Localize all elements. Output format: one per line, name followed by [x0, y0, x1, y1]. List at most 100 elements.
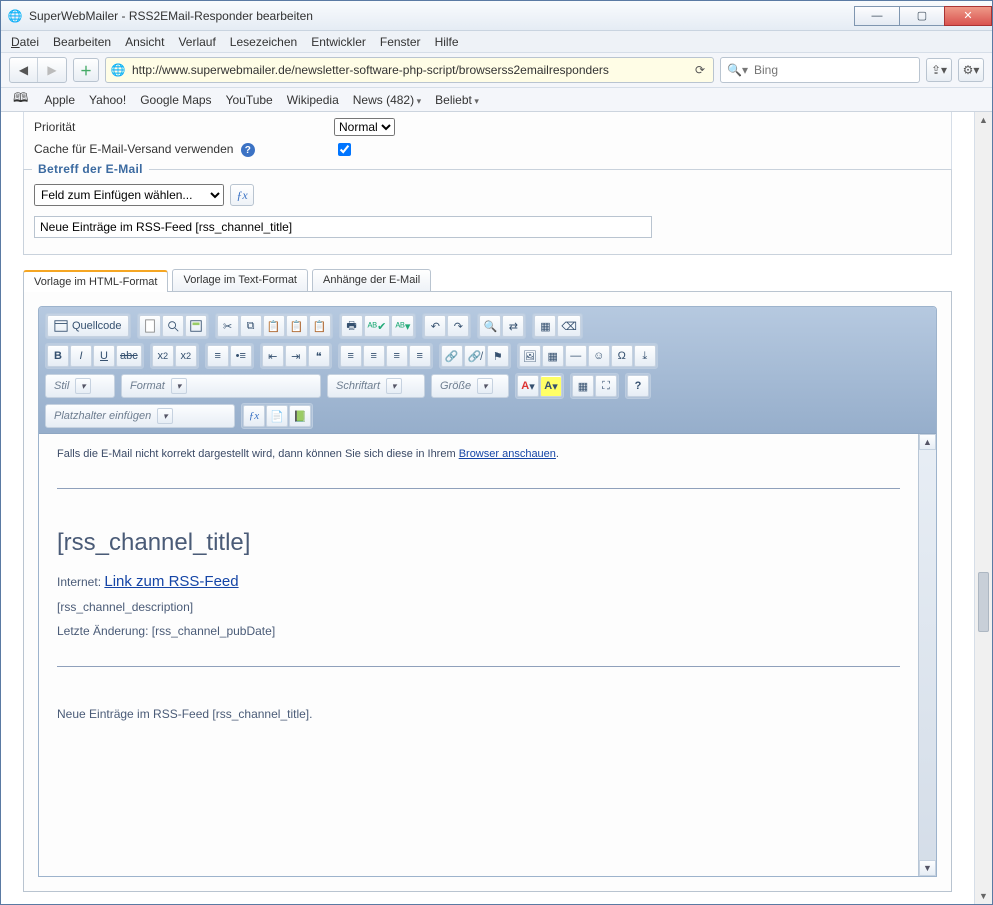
undo-button[interactable]: ↶ [424, 315, 446, 337]
new-tab-button[interactable]: ＋ [73, 58, 99, 82]
font-combo[interactable]: Schriftart▾ [327, 374, 425, 398]
menu-fenster[interactable]: Fenster [380, 35, 421, 49]
maximize-button[interactable]: ▢ [899, 6, 945, 26]
align-center-button[interactable]: ≡ [363, 345, 385, 367]
specialchar-button[interactable]: Ω [611, 345, 633, 367]
style-combo[interactable]: Stil▾ [45, 374, 115, 398]
menu-entwickler[interactable]: Entwickler [311, 35, 366, 49]
cache-checkbox[interactable] [338, 143, 351, 156]
hr-button[interactable]: ― [565, 345, 587, 367]
selectall-button[interactable]: ▦ [534, 315, 556, 337]
align-justify-button[interactable]: ≡ [409, 345, 431, 367]
numbered-list-button[interactable]: ≡ [207, 345, 229, 367]
bookmark-item[interactable]: Wikipedia [287, 93, 339, 107]
outdent-button[interactable]: ⇤ [262, 345, 284, 367]
bold-button[interactable]: B [47, 345, 69, 367]
preview-button[interactable] [162, 315, 184, 337]
find-button[interactable]: 🔍 [479, 315, 501, 337]
textcolor-button[interactable]: A▾ [517, 375, 539, 397]
tab-attachments[interactable]: Anhänge der E-Mail [312, 269, 431, 291]
scroll-down-icon[interactable]: ▼ [975, 888, 992, 904]
priority-select[interactable]: Normal [334, 118, 395, 136]
bookmark-item-news[interactable]: News (482) [353, 93, 421, 107]
maximize-button[interactable]: ⛶ [595, 375, 617, 397]
paste-text-button[interactable]: 📋 [286, 315, 308, 337]
size-combo[interactable]: Größe▾ [431, 374, 509, 398]
menu-bearbeiten[interactable]: Bearbeiten [53, 35, 111, 49]
insert-sheet-button[interactable]: 📗 [289, 405, 311, 427]
bookmark-item[interactable]: Apple [44, 93, 75, 107]
bookmark-item-beliebt[interactable]: Beliebt [435, 93, 479, 107]
indent-button[interactable]: ⇥ [285, 345, 307, 367]
align-right-button[interactable]: ≡ [386, 345, 408, 367]
link-button[interactable]: 🔗 [441, 345, 463, 367]
copy-button[interactable]: ⧉ [240, 315, 262, 337]
anchor-button[interactable]: ⚑ [487, 345, 509, 367]
paste-word-button[interactable]: 📋 [309, 315, 331, 337]
align-left-button[interactable]: ≡ [340, 345, 362, 367]
redo-button[interactable]: ↷ [447, 315, 469, 337]
subject-input[interactable] [34, 216, 652, 238]
table-button[interactable]: ▦ [542, 345, 564, 367]
insert-doc-button[interactable]: 📄 [266, 405, 288, 427]
minimize-button[interactable]: — [854, 6, 900, 26]
showblocks-button[interactable]: ▦ [572, 375, 594, 397]
page-scrollbar[interactable]: ▲ ▼ [974, 112, 992, 904]
menu-lesezeichen[interactable]: Lesezeichen [230, 35, 297, 49]
gear-button[interactable]: ⚙▾ [958, 58, 984, 82]
scroll-thumb[interactable] [978, 572, 989, 632]
menu-hilfe[interactable]: Hilfe [435, 35, 459, 49]
bookmark-item[interactable]: Google Maps [140, 93, 211, 107]
placeholder-combo[interactable]: Platzhalter einfügen▾ [45, 404, 235, 428]
fx-button[interactable]: ƒx [230, 184, 254, 206]
pagebreak-button[interactable]: ⤓ [634, 345, 656, 367]
replace-button[interactable]: ⇄ [502, 315, 524, 337]
format-combo[interactable]: Format▾ [121, 374, 321, 398]
url-input[interactable] [130, 62, 687, 78]
insert-field-select[interactable]: Feld zum Einfügen wählen... [34, 184, 224, 206]
paste-button[interactable]: 📋 [263, 315, 285, 337]
bookmark-item[interactable]: YouTube [226, 93, 273, 107]
menu-verlauf[interactable]: Verlauf [178, 35, 215, 49]
strike-button[interactable]: abc [116, 345, 142, 367]
image-button[interactable]: 🖼 [519, 345, 541, 367]
scroll-up-icon[interactable]: ▲ [919, 434, 936, 450]
bullet-list-button[interactable]: •≡ [230, 345, 252, 367]
tab-html[interactable]: Vorlage im HTML-Format [23, 270, 168, 292]
share-button[interactable]: ⇪▾ [926, 58, 952, 82]
fx-insert-button[interactable]: ƒx [243, 405, 265, 427]
templates-button[interactable] [185, 315, 207, 337]
reload-button[interactable]: ⟳ [691, 63, 709, 77]
source-button[interactable]: Quellcode [47, 315, 129, 337]
scroll-down-icon[interactable]: ▼ [919, 860, 936, 876]
rss-feed-link[interactable]: Link zum RSS-Feed [104, 573, 238, 590]
superscript-button[interactable]: x2 [175, 345, 197, 367]
print-button[interactable]: 🖶 [341, 315, 363, 337]
close-button[interactable]: ✕ [944, 6, 992, 26]
url-bar[interactable]: 🌐 ⟳ [105, 57, 714, 83]
bookmark-item[interactable]: Yahoo! [89, 93, 126, 107]
menu-ansicht[interactable]: Ansicht [125, 35, 164, 49]
blockquote-button[interactable]: ❝ [308, 345, 330, 367]
italic-button[interactable]: I [70, 345, 92, 367]
back-button[interactable]: ◀ [10, 58, 38, 82]
about-button[interactable]: ? [627, 375, 649, 397]
bgcolor-button[interactable]: A▾ [540, 375, 562, 397]
search-box[interactable]: 🔍▾ [720, 57, 920, 83]
menu-datei[interactable]: Datei [11, 35, 39, 49]
unlink-button[interactable]: 🔗̸ [464, 345, 486, 367]
scayt-button[interactable]: ᴬᴮ▾ [391, 315, 414, 337]
subscript-button[interactable]: x2 [152, 345, 174, 367]
spellcheck-button[interactable]: ᴬᴮ✔ [364, 315, 391, 337]
smiley-button[interactable]: ☺ [588, 345, 610, 367]
underline-button[interactable]: U [93, 345, 115, 367]
removeformat-button[interactable]: ⌫ [557, 315, 581, 337]
scroll-up-icon[interactable]: ▲ [975, 112, 992, 128]
editor-scrollbar[interactable]: ▲ ▼ [918, 434, 936, 876]
search-input[interactable] [752, 62, 913, 78]
browser-view-link[interactable]: Browser anschauen [459, 448, 556, 460]
bookmarks-icon[interactable]: 🕮 [13, 89, 28, 111]
cut-button[interactable]: ✂ [217, 315, 239, 337]
help-icon[interactable]: ? [241, 143, 255, 157]
tab-text[interactable]: Vorlage im Text-Format [172, 269, 308, 291]
